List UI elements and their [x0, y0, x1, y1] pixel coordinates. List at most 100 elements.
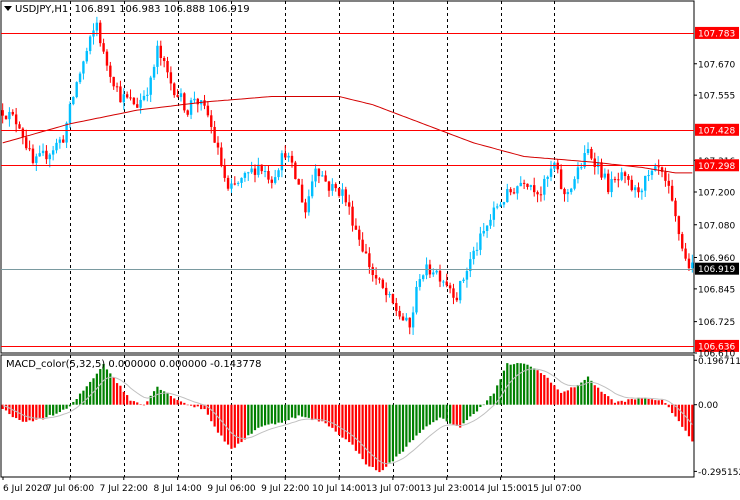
candle-body	[310, 181, 314, 197]
macd-bar	[230, 404, 233, 449]
candle	[25, 129, 28, 151]
candle-body	[374, 275, 378, 279]
indicator-pane[interactable]	[0, 354, 695, 478]
candle	[512, 187, 516, 195]
candle	[519, 176, 522, 187]
candle	[526, 183, 529, 190]
macd-bar	[169, 395, 172, 405]
candle	[502, 201, 506, 208]
candle	[146, 87, 149, 102]
candle	[499, 201, 502, 208]
candle	[516, 185, 519, 200]
candle	[425, 257, 428, 280]
candle-body	[8, 111, 11, 120]
candle-body	[129, 97, 132, 99]
price-level-label: 107.298	[698, 162, 735, 172]
candle-body	[526, 183, 529, 187]
candle	[287, 152, 290, 162]
macd-bar	[671, 404, 674, 414]
candle-body	[533, 185, 536, 193]
price-tick-label: 106.845	[698, 285, 735, 295]
candle	[637, 182, 640, 198]
candle-body	[644, 175, 647, 191]
macd-bar	[681, 404, 684, 427]
time-tick-label: 15 Jul 07:00	[527, 484, 581, 494]
macd-bar	[327, 404, 331, 427]
macd-bar	[189, 404, 193, 406]
candle-body	[576, 167, 580, 180]
candle	[307, 189, 311, 216]
macd-bar	[58, 404, 61, 413]
macd-bar	[240, 404, 243, 443]
macd-bar	[428, 404, 432, 425]
candle-body	[647, 175, 650, 177]
macd-bar	[105, 369, 109, 405]
candle	[45, 145, 48, 164]
chevron-down-icon[interactable]	[4, 6, 12, 11]
candle-body	[613, 179, 617, 181]
candle	[331, 178, 334, 196]
macd-bar	[543, 375, 546, 405]
candle	[62, 135, 65, 144]
macd-bar	[129, 400, 132, 405]
macd-bar	[533, 368, 536, 405]
macd-bar	[146, 401, 149, 405]
symbol-label: USDJPY,H1	[15, 4, 69, 15]
candle	[310, 174, 314, 199]
candle-body	[247, 172, 250, 174]
candle	[613, 176, 617, 183]
time-tick-label: 13 Jul 07:00	[366, 484, 420, 494]
candle-body	[489, 219, 492, 226]
chart-canvas[interactable]: 107.783107.670107.555107.428107.316107.2…	[0, 0, 740, 500]
candle	[18, 121, 21, 129]
macd-bar	[65, 404, 68, 409]
candle-body	[465, 271, 469, 280]
macd-bar	[226, 404, 230, 445]
candle-body	[512, 192, 516, 194]
macd-bar	[52, 404, 55, 416]
chart-window[interactable]: 107.783107.670107.555107.428107.316107.2…	[0, 0, 740, 500]
candle-body	[687, 258, 691, 269]
candle	[337, 187, 341, 198]
macd-bar	[455, 404, 458, 426]
candle-body	[536, 192, 539, 195]
candle-body	[317, 168, 321, 177]
candle	[687, 253, 691, 271]
candle-body	[664, 171, 667, 181]
macd-bar	[640, 398, 643, 405]
candle-body	[146, 94, 149, 96]
macd-histogram	[1, 363, 694, 473]
candle-body	[630, 179, 633, 191]
candle	[41, 143, 45, 157]
macd-bar	[590, 380, 593, 405]
candle-body	[35, 156, 38, 163]
candle-body	[287, 155, 290, 158]
macd-bar	[512, 364, 516, 405]
candle-body	[573, 179, 576, 189]
macd-tick-label: -0.295152	[698, 468, 740, 478]
candle-body	[267, 171, 270, 180]
candle-body	[421, 275, 425, 280]
candle-body	[384, 287, 388, 296]
macd-bar	[442, 404, 445, 419]
candle	[105, 49, 109, 71]
macd-bar	[341, 404, 344, 438]
candle	[590, 146, 593, 161]
candle-body	[105, 51, 109, 66]
candle	[270, 176, 274, 189]
macd-bar	[176, 399, 179, 405]
price-pane[interactable]	[0, 0, 695, 354]
macd-bar	[418, 404, 421, 433]
candle-body	[674, 200, 677, 217]
candle-body	[657, 166, 660, 168]
candle	[445, 273, 448, 288]
candle-body	[85, 51, 88, 62]
candle-body	[280, 153, 284, 171]
candle	[657, 159, 660, 175]
candle-body	[206, 105, 210, 116]
candle-body	[284, 153, 287, 158]
candle	[14, 107, 18, 133]
macd-bar	[449, 404, 452, 424]
price-tick-label: 107.555	[698, 92, 735, 102]
candle-body	[418, 279, 422, 287]
